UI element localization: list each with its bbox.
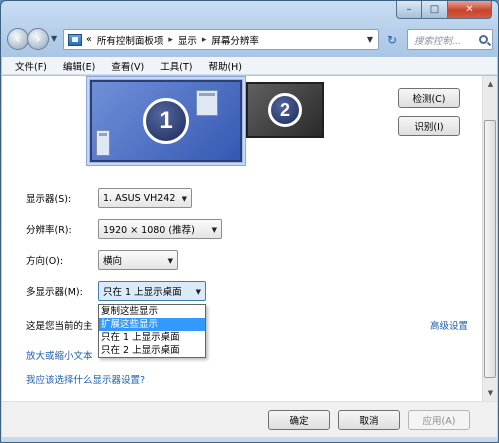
- option-duplicate[interactable]: 复制这些显示: [99, 305, 205, 318]
- display-label: 显示器(S):: [26, 194, 72, 205]
- multi-display-value: 只在 1 上显示桌面: [103, 287, 182, 298]
- which-display-link[interactable]: 我应该选择什么显示器设置?: [26, 372, 145, 386]
- resolution-row: 分辨率(R): 1920 × 1080 (推荐) ▼: [26, 219, 222, 239]
- back-button[interactable]: ‹: [7, 28, 29, 50]
- resolution-select[interactable]: 1920 × 1080 (推荐) ▼: [98, 219, 222, 239]
- search-icon[interactable]: [479, 35, 488, 44]
- control-panel-icon: [68, 33, 82, 46]
- mini-window-icon: [96, 130, 110, 156]
- option-extend[interactable]: 扩展这些显示: [99, 318, 205, 331]
- menu-view[interactable]: 查看(V): [111, 59, 144, 73]
- chevron-down-icon: ▼: [211, 226, 217, 234]
- scroll-down-icon[interactable]: ▼: [483, 385, 498, 401]
- caption-buttons: – □ ✕: [396, 1, 492, 19]
- resolution-label: 分辨率(R):: [26, 225, 72, 236]
- multi-display-row: 多显示器(M): 只在 1 上显示桌面 ▼: [26, 281, 206, 301]
- menu-edit[interactable]: 编辑(E): [63, 59, 95, 73]
- identify-button[interactable]: 识别(I): [398, 116, 460, 136]
- orientation-label: 方向(O):: [26, 256, 64, 267]
- address-dropdown-icon[interactable]: ▼: [362, 30, 378, 49]
- monitor-2[interactable]: 2: [246, 82, 324, 138]
- menu-file[interactable]: 文件(F): [15, 59, 47, 73]
- option-only-2[interactable]: 只在 2 上显示桌面: [99, 344, 205, 357]
- multi-display-label: 多显示器(M):: [26, 287, 83, 298]
- content-pane: 1 2 检测(C) 识别(I) 显示器(S): 1. ASUS VH242 ▼ …: [2, 76, 497, 401]
- breadcrumb-screen-resolution[interactable]: 屏幕分辨率: [211, 33, 259, 47]
- search-input[interactable]: 搜索控制...: [407, 29, 493, 50]
- address-bar[interactable]: « 所有控制面板项 ▸ 显示 ▸ 屏幕分辨率 ▼: [63, 29, 379, 50]
- scroll-up-icon[interactable]: ▲: [483, 76, 498, 92]
- monitor-1[interactable]: 1: [89, 79, 243, 163]
- orientation-value: 横向: [103, 256, 123, 267]
- display-row: 显示器(S): 1. ASUS VH242 ▼: [26, 188, 192, 208]
- address-prefix[interactable]: «: [86, 34, 92, 45]
- ok-button[interactable]: 确定: [268, 410, 330, 430]
- orientation-select[interactable]: 横向 ▼: [98, 250, 178, 270]
- display-value: 1. ASUS VH242: [103, 192, 176, 204]
- forward-button[interactable]: ›: [27, 28, 49, 50]
- monitor-arrangement: 1 2: [26, 74, 396, 166]
- monitor-2-number: 2: [268, 93, 302, 127]
- menu-help[interactable]: 帮助(H): [208, 59, 242, 73]
- monitor-1-number: 1: [143, 98, 189, 144]
- search-placeholder: 搜索控制...: [414, 35, 462, 47]
- minimize-button[interactable]: –: [396, 1, 422, 19]
- orientation-row: 方向(O): 横向 ▼: [26, 250, 178, 270]
- cancel-button[interactable]: 取消: [338, 410, 400, 430]
- vertical-scrollbar[interactable]: ▲ ▼: [482, 76, 497, 401]
- detect-button[interactable]: 检测(C): [398, 88, 460, 108]
- close-button[interactable]: ✕: [448, 1, 492, 19]
- control-panel-window: – □ ✕ ‹ › ▼ « 所有控制面板项 ▸ 显示 ▸ 屏幕分辨率 ▼ ↻ 搜…: [0, 0, 499, 443]
- refresh-icon[interactable]: ↻: [381, 30, 403, 49]
- navigation-bar: ‹ › ▼ « 所有控制面板项 ▸ 显示 ▸ 屏幕分辨率 ▼ ↻ 搜索控制...: [7, 27, 494, 53]
- multi-display-dropdown: 复制这些显示 扩展这些显示 只在 1 上显示桌面 只在 2 上显示桌面: [98, 304, 206, 358]
- menu-tools[interactable]: 工具(T): [160, 59, 192, 73]
- chevron-down-icon: ▼: [167, 257, 173, 265]
- menu-bar: 文件(F) 编辑(E) 查看(V) 工具(T) 帮助(H): [2, 57, 497, 75]
- primary-display-text: 这是您当前的主: [26, 321, 93, 332]
- option-only-1[interactable]: 只在 1 上显示桌面: [99, 331, 205, 344]
- resolution-value: 1920 × 1080 (推荐): [103, 225, 195, 236]
- advanced-settings-link[interactable]: 高级设置: [430, 318, 468, 332]
- recent-pages-dropdown[interactable]: ▼: [51, 34, 57, 43]
- breadcrumb-display[interactable]: 显示: [178, 33, 197, 47]
- breadcrumb-separator-icon[interactable]: ▸: [168, 35, 173, 45]
- mini-window-icon: [196, 90, 218, 116]
- breadcrumb-all-items[interactable]: 所有控制面板项: [97, 33, 164, 47]
- maximize-button[interactable]: □: [422, 1, 448, 19]
- scroll-thumb[interactable]: [484, 120, 496, 378]
- chevron-down-icon: ▼: [181, 195, 187, 203]
- chevron-down-icon: ▼: [195, 288, 201, 296]
- breadcrumb-separator-icon[interactable]: ▸: [202, 35, 207, 45]
- dialog-button-bar: 确定 取消 应用(A): [2, 401, 497, 437]
- text-size-link[interactable]: 放大或缩小文本: [26, 348, 93, 362]
- display-select[interactable]: 1. ASUS VH242 ▼: [98, 188, 192, 208]
- apply-button[interactable]: 应用(A): [408, 410, 470, 430]
- multi-display-select[interactable]: 只在 1 上显示桌面 ▼: [98, 281, 206, 301]
